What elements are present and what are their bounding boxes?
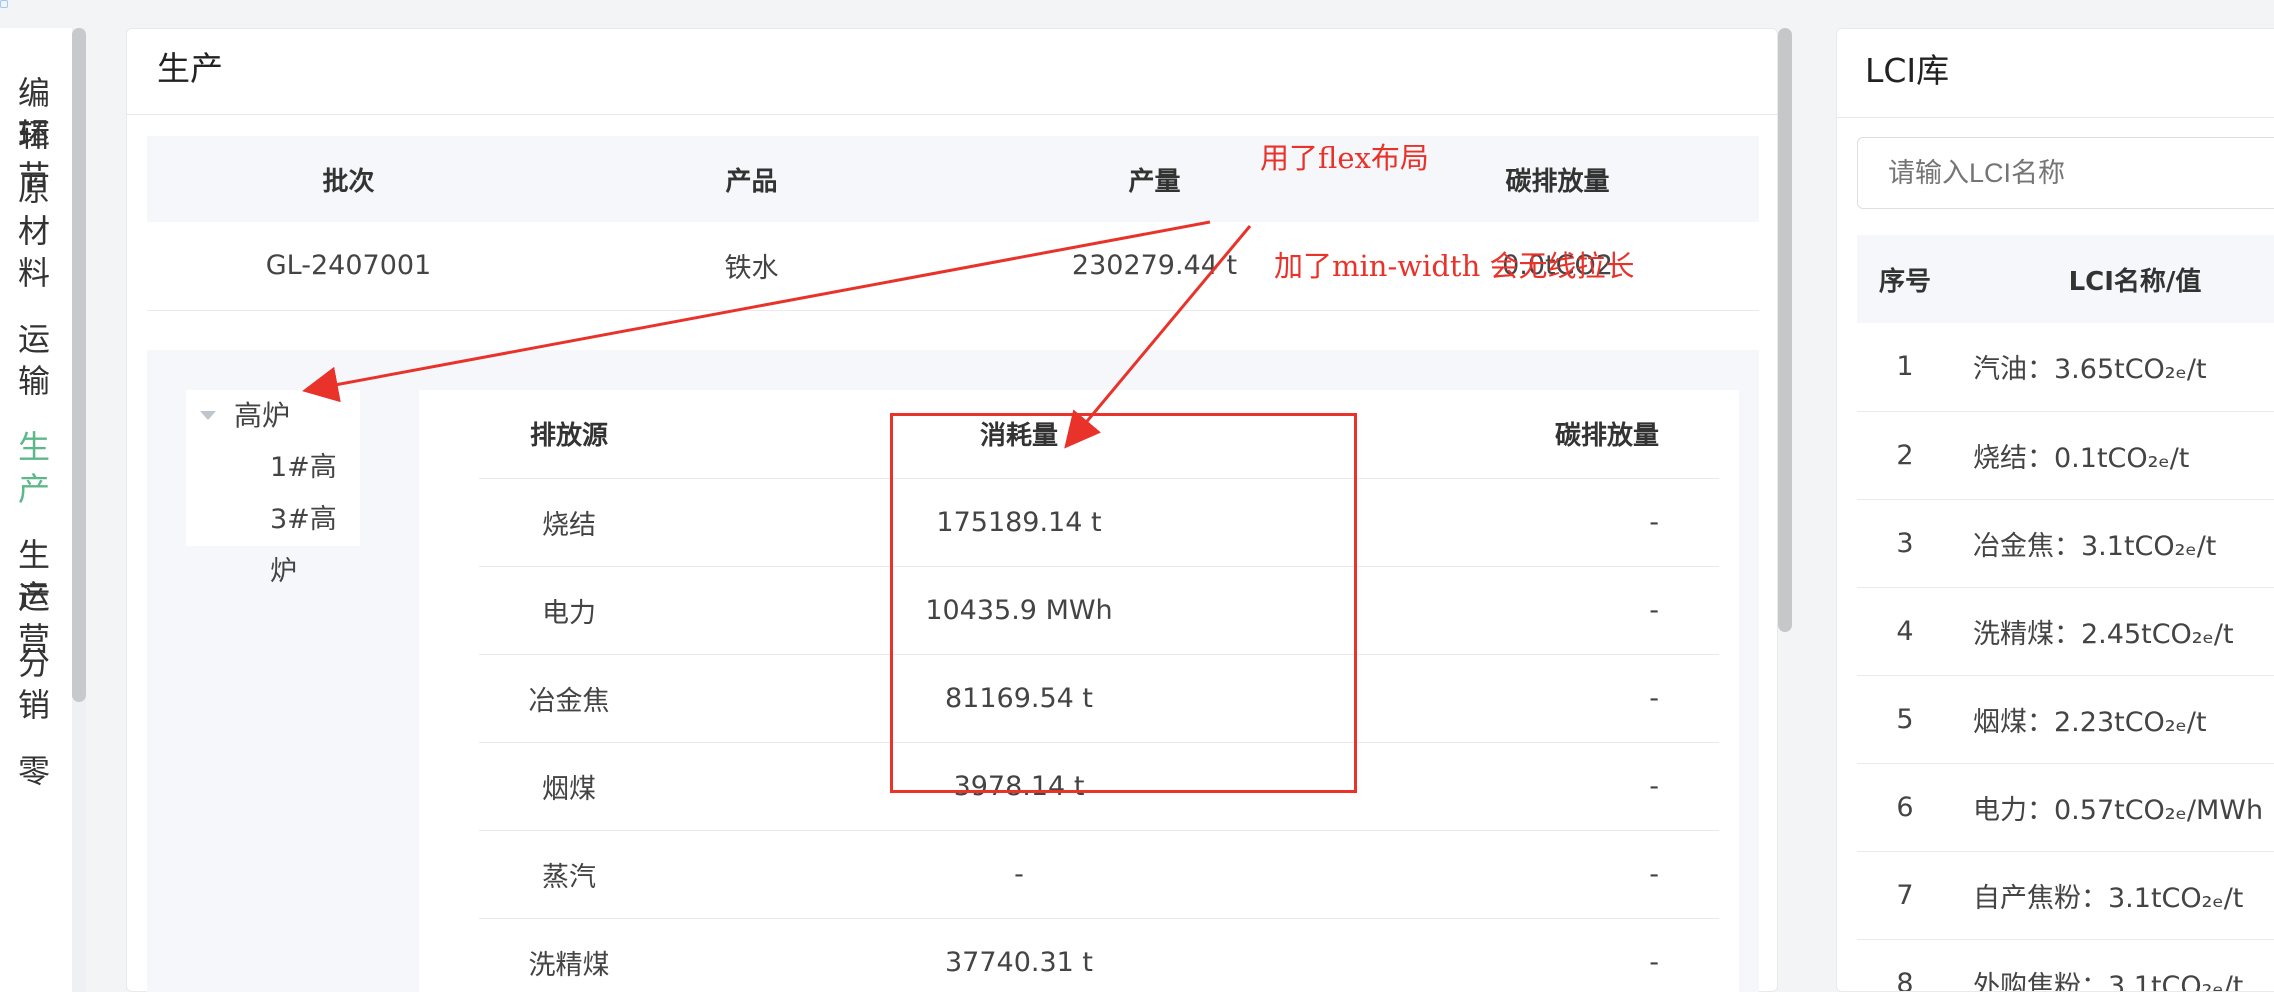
cell-index: 2 — [1857, 411, 1953, 500]
header-batch: 批次 — [147, 136, 550, 222]
table-row[interactable]: 7 自产焦粉：3.1tCO₂ₑ/t — [1857, 851, 2274, 940]
lci-header-row: 序号 LCI名称/值 — [1857, 235, 2274, 323]
cell-source: 电力 — [479, 566, 659, 655]
sidebar-item-production-2[interactable]: 产 — [18, 468, 50, 510]
lci-title: LCI库 — [1865, 51, 1950, 90]
sidebar: 编辑 环节 原 材 料 运 输 生 产 生产 运营 分 销 零 — [0, 28, 72, 992]
cell-lci-value: 冶金焦：3.1tCO₂ₑ/t — [1953, 499, 2274, 588]
caret-down-icon[interactable] — [200, 411, 216, 420]
header-emission: 碳排放量 — [1379, 390, 1719, 479]
table-row[interactable]: 8 外购焦粉：3.1tCO₂ₑ/t — [1857, 939, 2274, 991]
table-row[interactable]: 蒸汽 - - — [479, 830, 1719, 919]
sidebar-item-distribution-1[interactable]: 分 — [18, 642, 50, 684]
lci-card: LCI库 序号 LCI名称/值 1汽油：3.65tCO₂ₑ/t 2烧结：0.1t… — [1836, 28, 2274, 992]
cell-lci-value: 烟煤：2.23tCO₂ₑ/t — [1953, 675, 2274, 764]
annotation-min-width-note: 加了min-width 会无线拉长 — [1274, 249, 1635, 283]
cell-index: 4 — [1857, 587, 1953, 676]
tree-node-root[interactable]: 高炉 — [186, 390, 360, 442]
cell-index: 6 — [1857, 763, 1953, 852]
cell-index: 5 — [1857, 675, 1953, 764]
header-index: 序号 — [1857, 235, 1953, 323]
sidebar-item-distribution-2[interactable]: 销 — [18, 684, 50, 726]
cell-emission: - — [1379, 918, 1719, 992]
corner-mark-icon — [0, 0, 8, 8]
cell-index: 3 — [1857, 499, 1953, 588]
cell-emission: - — [1379, 654, 1719, 743]
cell-batch: GL-2407001 — [147, 222, 550, 311]
cell-source: 蒸汽 — [479, 830, 659, 919]
annotation-highlight-box — [890, 413, 1357, 793]
cell-source: 冶金焦 — [479, 654, 659, 743]
table-row[interactable]: 洗精煤 37740.31 t - — [479, 918, 1719, 992]
tree-node-child[interactable]: 1#高炉 — [186, 442, 360, 535]
cell-lci-value: 烧结：0.1tCO₂ₑ/t — [1953, 411, 2274, 500]
cell-emission: - — [1379, 566, 1719, 655]
sidebar-item-raw-3[interactable]: 料 — [18, 252, 50, 294]
cell-emission: - — [1379, 830, 1719, 919]
table-row[interactable]: 5 烟煤：2.23tCO₂ₑ/t — [1857, 675, 2274, 764]
page: 编辑 环节 原 材 料 运 输 生 产 生产 运营 分 销 零 生产 批次 产品… — [0, 0, 2274, 992]
cell-emission: - — [1379, 742, 1719, 831]
table-row[interactable]: 6 电力：0.57tCO₂ₑ/MWh — [1857, 763, 2274, 852]
sidebar-item-raw-1[interactable]: 原 — [18, 168, 50, 210]
tree-node-label: 高炉 — [234, 399, 291, 432]
main-scrollbar-thumb[interactable] — [1778, 28, 1792, 632]
header-lci-name: LCI名称/值 — [1953, 235, 2274, 323]
sidebar-item-zero[interactable]: 零 — [18, 750, 50, 792]
tree-node-child[interactable]: 3#高炉 — [186, 494, 360, 587]
cell-consumption: 37740.31 t — [659, 918, 1379, 992]
cell-product: 铁水 — [550, 222, 953, 311]
sidebar-item-transport-2[interactable]: 输 — [18, 360, 50, 402]
table-row[interactable]: 2 烧结：0.1tCO₂ₑ/t — [1857, 411, 2274, 500]
sidebar-item-production-1[interactable]: 生 — [18, 426, 50, 468]
cell-lci-value: 自产焦粉：3.1tCO₂ₑ/t — [1953, 851, 2274, 940]
sidebar-item-raw-2[interactable]: 材 — [18, 210, 50, 252]
header-source: 排放源 — [479, 390, 659, 479]
summary-header-row: 批次 产品 产量 碳排放量 — [147, 136, 1759, 222]
lci-table: 序号 LCI名称/值 1 汽油：3.65tCO₂ₑ/t 2 烧结：0.1tCO₂ₑ/… — [1857, 235, 2274, 991]
title-divider — [127, 114, 1777, 115]
summary-table: 批次 产品 产量 碳排放量 GL-2407001 铁水 230279.44 t … — [147, 136, 1759, 311]
production-title: 生产 — [157, 49, 223, 88]
cell-source: 烧结 — [479, 478, 659, 567]
cell-lci-value: 洗精煤：2.45tCO₂ₑ/t — [1953, 587, 2274, 676]
cell-source: 烟煤 — [479, 742, 659, 831]
table-row[interactable]: 1 汽油：3.65tCO₂ₑ/t — [1857, 323, 2274, 412]
cell-index: 7 — [1857, 851, 1953, 940]
cell-lci-value: 外购焦粉：3.1tCO₂ₑ/t — [1953, 939, 2274, 991]
cell-emission: - — [1379, 478, 1719, 567]
sidebar-item-transport-1[interactable]: 运 — [18, 318, 50, 360]
cell-lci-value: 电力：0.57tCO₂ₑ/MWh — [1953, 763, 2274, 852]
table-row[interactable]: 4 洗精煤：2.45tCO₂ₑ/t — [1857, 587, 2274, 676]
sidebar-scrollbar-thumb[interactable] — [72, 28, 86, 702]
lci-search-input[interactable] — [1857, 137, 2274, 209]
annotation-flex-note: 用了flex布局 — [1260, 141, 1429, 175]
cell-consumption: - — [659, 830, 1379, 919]
cell-source: 洗精煤 — [479, 918, 659, 992]
top-strip — [0, 0, 2274, 28]
header-product: 产品 — [550, 136, 953, 222]
cell-index: 8 — [1857, 939, 1953, 991]
table-row[interactable]: 3 冶金焦：3.1tCO₂ₑ/t — [1857, 499, 2274, 588]
furnace-tree: 高炉 1#高炉 3#高炉 — [186, 390, 360, 587]
lci-title-divider — [1837, 117, 2274, 118]
cell-lci-value: 汽油：3.65tCO₂ₑ/t — [1953, 323, 2274, 412]
cell-index: 1 — [1857, 323, 1953, 412]
